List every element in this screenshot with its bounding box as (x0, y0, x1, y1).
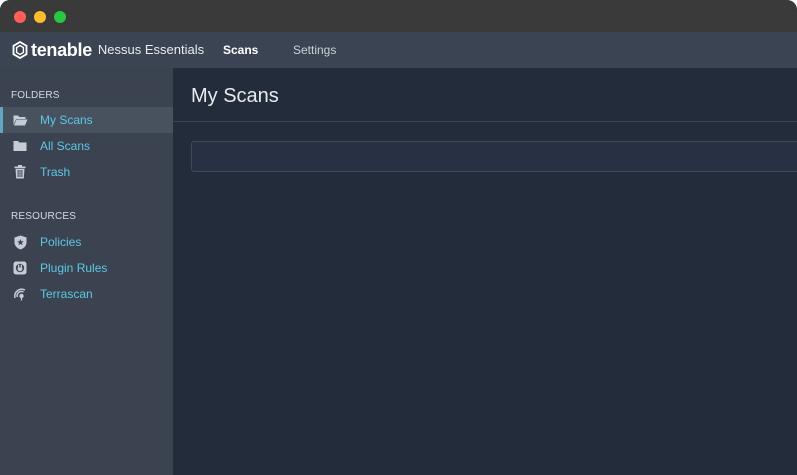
sidebar-item-terrascan[interactable]: Terrascan (0, 281, 173, 307)
sidebar-item-my-scans[interactable]: My Scans (0, 107, 173, 133)
product-name: Nessus Essentials (97, 42, 205, 57)
sidebar-item-all-scans[interactable]: All Scans (0, 133, 173, 159)
title-divider (173, 121, 797, 122)
folders-section-label: FOLDERS (11, 90, 60, 101)
tenable-logo-icon (12, 41, 28, 59)
scans-filter-input[interactable] (191, 141, 797, 172)
sidebar-item-trash[interactable]: Trash (0, 159, 173, 185)
sidebar-item-label: Plugin Rules (40, 261, 108, 275)
sidebar-item-label: All Scans (40, 139, 91, 153)
folder-icon (12, 138, 28, 154)
minimize-window-button[interactable] (34, 11, 46, 23)
tenable-logo[interactable]: tenable Nessus Essentials (11, 39, 204, 61)
nav-scans[interactable]: Scans (223, 32, 258, 68)
close-window-button[interactable] (14, 11, 26, 23)
radar-icon (12, 286, 28, 302)
trash-icon (12, 164, 28, 180)
plugin-icon (12, 260, 28, 276)
sidebar-item-label: Terrascan (40, 287, 93, 301)
sidebar-item-label: Trash (40, 165, 71, 179)
sidebar-item-label: Policies (40, 235, 82, 249)
title-bar (0, 0, 797, 32)
app-window: tenable Nessus Essentials Scans Settings… (0, 0, 797, 475)
shield-icon (12, 234, 28, 250)
page-title: My Scans (191, 85, 279, 107)
sidebar-item-plugin-rules[interactable]: Plugin Rules (0, 255, 173, 281)
sidebar-item-label: My Scans (40, 113, 93, 127)
maximize-window-button[interactable] (54, 11, 66, 23)
sidebar-item-policies[interactable]: Policies (0, 229, 173, 255)
brand-name: tenable (31, 40, 92, 60)
resources-section-label: RESOURCES (11, 211, 77, 222)
app-header: tenable Nessus Essentials Scans Settings (0, 32, 797, 68)
nav-settings[interactable]: Settings (293, 32, 336, 68)
sidebar: FOLDERS My Scans All Scans Trash RESOURC… (0, 68, 173, 475)
folder-open-icon (12, 112, 28, 128)
main-content: My Scans (173, 68, 797, 475)
